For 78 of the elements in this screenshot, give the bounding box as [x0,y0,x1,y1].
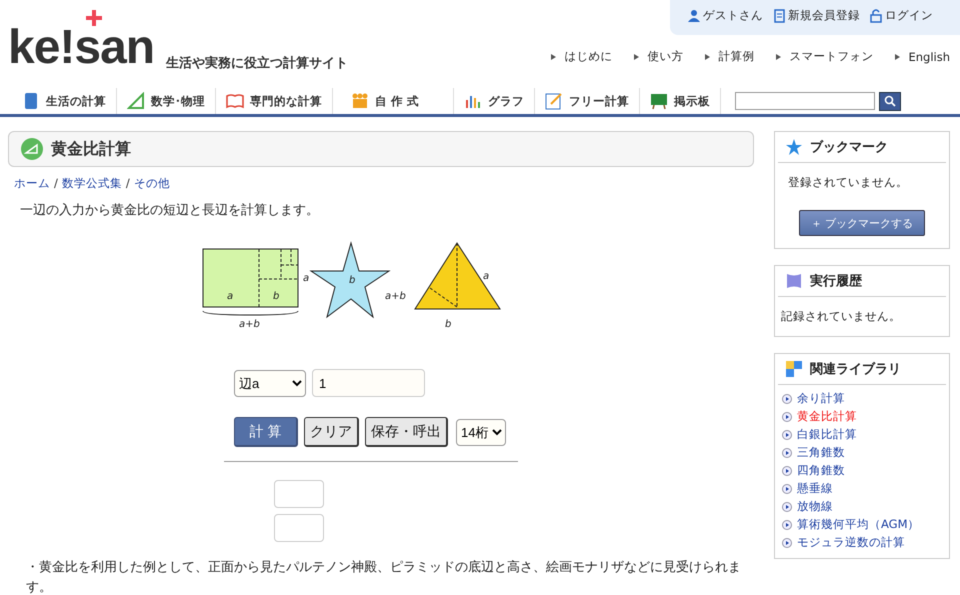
nav-tab[interactable]: 自 作 式 [333,88,454,114]
bookmark-button[interactable]: ＋ ブックマークする [799,210,925,236]
document-icon [773,8,785,22]
triangle-icon [895,54,900,60]
nav-tab[interactable]: 数学･物理 [117,88,216,114]
search-icon [884,95,896,107]
breadcrumb-link[interactable]: その他 [134,176,170,191]
nav-tab[interactable]: 専門的な計算 [216,88,333,114]
header-link[interactable]: 計算例 [705,49,754,64]
nav-tab[interactable]: 生活の計算 [12,88,117,114]
people-icon [351,92,369,110]
bullet-icon [782,430,792,440]
library-link[interactable]: 算術幾何平均（AGM） [797,517,920,532]
form-button[interactable]: 保存・呼出 [365,417,448,447]
breadcrumb-link[interactable]: 数学公式集 [62,176,122,191]
account-link[interactable]: 新規会員登録 [773,8,860,23]
bullet-icon [782,502,792,512]
bullet-icon [782,520,792,530]
lock-icon [870,8,882,22]
empty-message: 登録されていません。 [788,175,909,190]
library-link[interactable]: 四角錐数 [797,463,845,478]
star-icon [786,139,802,155]
bullet-icon [782,466,792,476]
ruler-icon [21,138,43,160]
header-link[interactable]: English [895,49,950,64]
nav-tab[interactable]: グラフ [454,88,536,114]
book-icon [226,92,244,110]
search-field[interactable] [735,92,876,110]
nav-tab[interactable]: 掲示板 [640,88,722,114]
account-link[interactable]: ログイン [870,8,933,23]
nav-tab[interactable]: フリー計算 [535,88,640,114]
calculate-button[interactable]: 計 算 [234,417,298,447]
triangle-icon [776,54,782,60]
bullet-icon [782,538,792,548]
breadcrumb-separator: / [54,176,58,191]
bullet-icon [782,448,792,458]
breadcrumb-link[interactable]: ホーム [14,176,50,191]
header-link[interactable]: スマートフォン [776,49,874,64]
form-button[interactable]: クリア [304,417,359,447]
triangle-icon [634,54,640,60]
header-link[interactable]: 使い方 [634,49,684,64]
panel-title: 実行履歴 [810,272,862,290]
library-link[interactable]: 黄金比計算 [797,409,857,424]
search-button[interactable] [879,92,902,110]
library-link[interactable]: 白銀比計算 [797,427,857,442]
plus-icon [86,10,102,26]
bullet-icon [782,484,792,494]
user-icon [688,8,700,22]
library-link[interactable]: 放物線 [797,499,833,514]
golden-ratio-drawing: a b a+b a b a+b a b [201,233,521,333]
empty-message: 記録されていません。 [781,309,902,324]
page-title: 黄金比計算 [51,138,131,160]
intro-text: 一辺の入力から黄金比の短辺と長辺を計算します。 [20,202,320,219]
library-link[interactable]: 余り計算 [797,391,845,406]
memo-icon [545,92,564,110]
library-link[interactable]: モジュラ逆数の計算 [797,535,905,550]
account-link[interactable]: ゲストさん [688,8,763,23]
board-icon [650,92,668,110]
library-link[interactable]: 懸垂線 [797,481,833,496]
triangle-icon [551,54,556,60]
result-field [274,480,324,508]
note-text: ・黄金比を利用した例として、正面から見たパルテノン神殿、ピラミッドの底辺と高さ、絵画モナリザなどに見受けられます。 [26,559,742,595]
breadcrumb-separator: / [126,176,130,191]
panel-title: 関連ライブラリ [810,360,901,378]
squares-icon [786,361,802,377]
library-link[interactable]: 三角錐数 [797,445,845,460]
site-tagline: 生活や実務に役立つ計算サイト [166,54,348,72]
value-input[interactable]: 1 [312,369,425,397]
header-link[interactable]: はじめに [551,49,612,64]
bullet-icon [782,412,792,422]
site-logo[interactable]: ke!san [8,10,154,72]
digits-select[interactable]: 14桁 [456,418,506,446]
side-select[interactable]: 辺a [234,370,306,396]
panel-title: ブックマーク [810,138,888,156]
bullet-icon [782,394,792,404]
flag-icon [786,273,802,289]
triangle-icon [705,54,710,60]
result-field [274,514,324,542]
